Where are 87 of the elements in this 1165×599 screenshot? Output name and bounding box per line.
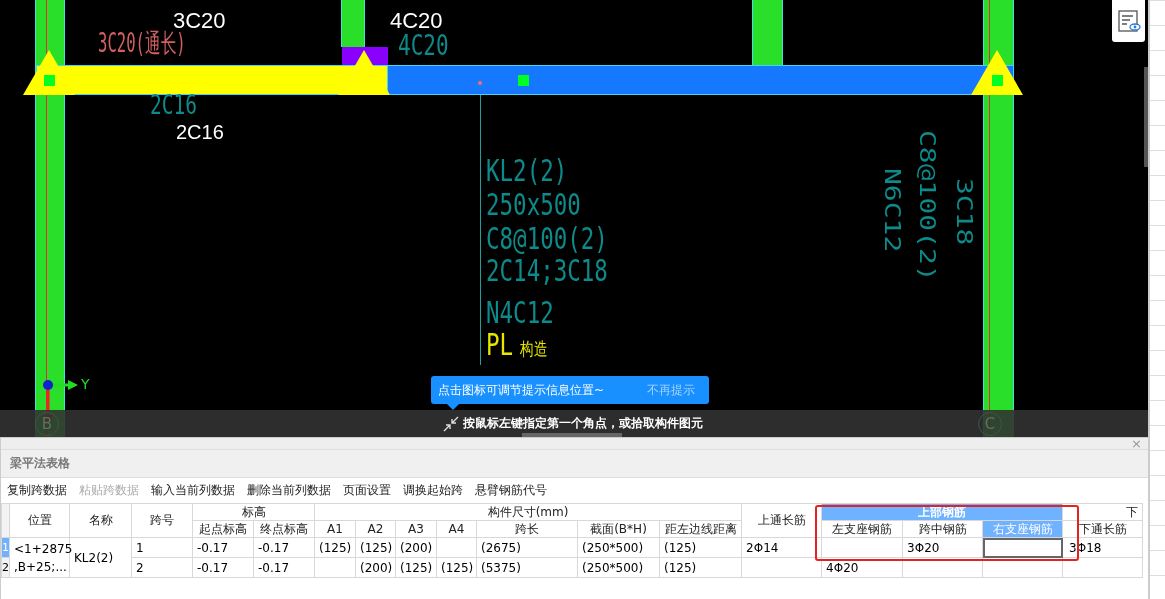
- rebar-annotation: 2C16: [150, 92, 197, 118]
- table-cell[interactable]: [982, 557, 1063, 578]
- rebar-annotation: 2C14;3C18: [486, 256, 608, 286]
- table-cell[interactable]: (250*500): [577, 557, 660, 578]
- rebar-annotation: 3C20: [173, 10, 226, 32]
- column-header[interactable]: 跨中钢筋: [902, 520, 983, 538]
- toolbar-button[interactable]: 页面设置: [343, 482, 391, 499]
- rebar-annotation: C8@100(2): [916, 130, 938, 282]
- table-cell[interactable]: -0.17: [192, 557, 254, 578]
- column-header[interactable]: A1: [314, 520, 356, 538]
- command-prompt: 按鼠标左键指定第一个角点，或拾取构件图元: [463, 415, 703, 432]
- table-cell[interactable]: (125): [659, 557, 742, 578]
- column-header: 上通长筋: [741, 503, 822, 538]
- toolbar-button[interactable]: 删除当前列数据: [247, 482, 331, 499]
- column-header: 下: [1062, 503, 1143, 521]
- table-cell: 2: [131, 557, 193, 578]
- rebar-annotation: 3C18: [953, 178, 975, 246]
- grip-handle[interactable]: [518, 75, 529, 86]
- table-cell[interactable]: [982, 537, 1063, 558]
- column-header: 名称: [69, 503, 132, 538]
- row-number[interactable]: 2: [1, 557, 10, 578]
- column-header[interactable]: 距左边线距离: [659, 520, 742, 538]
- table-cell[interactable]: [436, 537, 477, 558]
- table-cell[interactable]: (125): [314, 537, 356, 558]
- column: [341, 0, 365, 47]
- column-header: 构件尺寸(mm): [314, 503, 742, 521]
- table-cell[interactable]: 2Φ14: [741, 537, 822, 558]
- table-cell[interactable]: (125): [395, 557, 437, 578]
- panel-title: 梁平法表格: [10, 455, 70, 472]
- rebar-annotation: N4C12: [486, 298, 554, 328]
- column: [752, 0, 783, 65]
- rebar-annotation: PL: [486, 330, 514, 360]
- column-header[interactable]: 截面(B*H): [577, 520, 660, 538]
- toolbar-button[interactable]: 复制跨数据: [7, 482, 67, 499]
- table-cell[interactable]: (5375): [476, 557, 578, 578]
- table-cell[interactable]: [1062, 557, 1143, 578]
- table-cell[interactable]: [821, 537, 903, 558]
- column-header[interactable]: 起点标高: [192, 520, 254, 538]
- list-view-icon[interactable]: [1116, 9, 1141, 33]
- column-header[interactable]: A4: [436, 520, 477, 538]
- insertion-point: [478, 81, 482, 85]
- table-cell[interactable]: [741, 557, 822, 578]
- table-cell[interactable]: (125): [659, 537, 742, 558]
- grip-handle[interactable]: [44, 75, 55, 86]
- column-header: 位置: [9, 503, 70, 538]
- cad-canvas[interactable]: 3C20 3C20(通长) 4C20 4C20 2C16 2C16 KL2(2) 250x500 C8@100(2) 2C14;3C18 N4C12 PL 构造 3C18 C8@100(2) N6C12 Y B C 点击图标可调节提示信息位置~ 不再提示 按鼠标左键指定第一个角点，或拾取构件图元: [0, 0, 1148, 437]
- table-cell[interactable]: [902, 557, 983, 578]
- toolbar-button[interactable]: 悬臂钢筋代号: [475, 482, 547, 499]
- column-header[interactable]: A2: [355, 520, 396, 538]
- table-cell[interactable]: [314, 557, 356, 578]
- toolbar-button[interactable]: 调换起始跨: [403, 482, 463, 499]
- corner-arrows-icon: [443, 415, 459, 432]
- column-header: 标高: [192, 503, 315, 521]
- table-cell[interactable]: -0.17: [253, 537, 315, 558]
- rebar-annotation: KL2(2): [486, 156, 568, 186]
- table-cell[interactable]: -0.17: [192, 537, 254, 558]
- rebar-annotation: 250x500: [486, 190, 581, 220]
- table-cell[interactable]: 4Φ20: [821, 557, 903, 578]
- table-cell[interactable]: (2675): [476, 537, 578, 558]
- column-header[interactable]: 终点标高: [253, 520, 315, 538]
- table-cell[interactable]: 3Φ20: [902, 537, 983, 558]
- column-header[interactable]: 跨长: [476, 520, 578, 538]
- table-cell[interactable]: (125): [355, 537, 396, 558]
- column-header[interactable]: A3: [395, 520, 437, 538]
- column-header[interactable]: 下通长筋: [1062, 520, 1143, 538]
- axis-label: Y: [81, 376, 90, 392]
- rebar-annotation: 3C20(通长): [98, 30, 186, 56]
- table-cell[interactable]: (250*500): [577, 537, 660, 558]
- column-header: 跨号: [131, 503, 193, 538]
- rebar-annotation: 4C20: [398, 32, 449, 60]
- toolbar-button[interactable]: 输入当前列数据: [151, 482, 235, 499]
- rebar-annotation: 4C20: [390, 10, 443, 32]
- support-triangle-icon: [338, 50, 390, 95]
- rebar-annotation: N6C12: [881, 168, 903, 253]
- rebar-annotation: 2C16: [176, 122, 224, 142]
- table-cell[interactable]: (200): [395, 537, 437, 558]
- table-cell[interactable]: (125): [436, 557, 477, 578]
- table-cell[interactable]: (200): [355, 557, 396, 578]
- table-cell: 1: [131, 537, 193, 558]
- scrollbar[interactable]: [1144, 67, 1148, 167]
- tooltip-text: 点击图标可调节提示信息位置~: [438, 381, 605, 399]
- rebar-annotation: C8@100(2): [486, 224, 608, 254]
- grip-handle[interactable]: [992, 75, 1003, 86]
- rebar-annotation: 构造: [520, 340, 547, 358]
- table-cell[interactable]: -0.17: [253, 557, 315, 578]
- column-header[interactable]: 左支座钢筋: [821, 520, 903, 538]
- splitter-handle[interactable]: [522, 433, 622, 437]
